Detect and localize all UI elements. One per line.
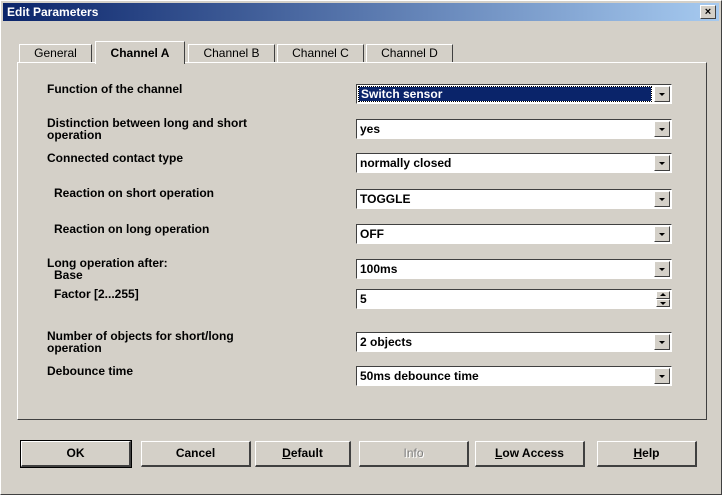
factor-label: Factor [2...255]: [54, 287, 139, 301]
contact-select[interactable]: normally closed: [356, 153, 672, 173]
long-after-label-2: Base: [54, 268, 83, 282]
function-select[interactable]: Switch sensor: [356, 84, 672, 104]
edit-parameters-window: Edit Parameters × General Channel A Chan…: [0, 0, 722, 495]
cancel-button[interactable]: Cancel: [141, 441, 251, 467]
low-access-label: ow Access: [502, 446, 564, 460]
contact-value: normally closed: [360, 156, 452, 170]
chevron-down-icon[interactable]: [654, 86, 670, 102]
base-select[interactable]: 100ms: [356, 259, 672, 279]
tab-channel-d[interactable]: Channel D: [366, 44, 453, 63]
short-reaction-select[interactable]: TOGGLE: [356, 189, 672, 209]
tab-label: Channel C: [292, 46, 349, 60]
tab-label: General: [34, 46, 77, 60]
spin-up-icon[interactable]: [656, 291, 670, 299]
ok-button[interactable]: OK: [20, 440, 132, 468]
spin-down-icon[interactable]: [656, 299, 670, 307]
chevron-down-icon[interactable]: [654, 155, 670, 171]
info-button[interactable]: Info: [359, 441, 469, 467]
short-reaction-label: Reaction on short operation: [54, 186, 215, 200]
tab-channel-c[interactable]: Channel C: [277, 44, 364, 63]
default-mnemonic: D: [282, 446, 291, 460]
chevron-down-icon[interactable]: [654, 121, 670, 137]
objects-select[interactable]: 2 objects: [356, 332, 672, 352]
contact-label: Connected contact type: [47, 151, 184, 165]
debounce-label: Debounce time: [47, 364, 134, 378]
objects-label-2: operation: [47, 341, 102, 355]
objects-value: 2 objects: [360, 335, 413, 349]
debounce-value: 50ms debounce time: [360, 369, 479, 383]
tab-label: Channel D: [381, 46, 438, 60]
debounce-select[interactable]: 50ms debounce time: [356, 366, 672, 386]
tab-general[interactable]: General: [19, 44, 92, 63]
long-reaction-select[interactable]: OFF: [356, 224, 672, 244]
chevron-down-icon[interactable]: [654, 226, 670, 242]
title-bar[interactable]: Edit Parameters ×: [3, 3, 719, 21]
short-reaction-value: TOGGLE: [360, 192, 411, 206]
chevron-down-icon[interactable]: [654, 191, 670, 207]
tab-channel-b[interactable]: Channel B: [188, 44, 275, 63]
chevron-down-icon[interactable]: [654, 261, 670, 277]
long-reaction-label: Reaction on long operation: [54, 222, 210, 236]
distinction-label-2: operation: [47, 128, 102, 142]
factor-stepper[interactable]: 5: [356, 289, 672, 309]
tab-channel-a[interactable]: Channel A: [95, 41, 185, 64]
default-button[interactable]: Default: [255, 441, 351, 467]
function-value: Switch sensor: [358, 86, 652, 102]
chevron-down-icon[interactable]: [654, 368, 670, 384]
close-icon[interactable]: ×: [700, 5, 716, 19]
window-title: Edit Parameters: [7, 5, 99, 19]
chevron-down-icon[interactable]: [654, 334, 670, 350]
help-mnemonic: H: [633, 446, 643, 460]
base-value: 100ms: [360, 262, 398, 276]
factor-value: 5: [360, 292, 367, 306]
tab-label: Channel A: [110, 46, 170, 60]
tab-label: Channel B: [203, 46, 260, 60]
long-reaction-value: OFF: [360, 227, 384, 241]
help-label: elp: [642, 446, 660, 460]
help-button[interactable]: Help: [597, 441, 697, 467]
distinction-value: yes: [360, 122, 381, 136]
default-label: efault: [290, 446, 323, 460]
distinction-select[interactable]: yes: [356, 119, 672, 139]
function-label: Function of the channel: [47, 82, 183, 96]
low-access-button[interactable]: Low Access: [475, 441, 585, 467]
